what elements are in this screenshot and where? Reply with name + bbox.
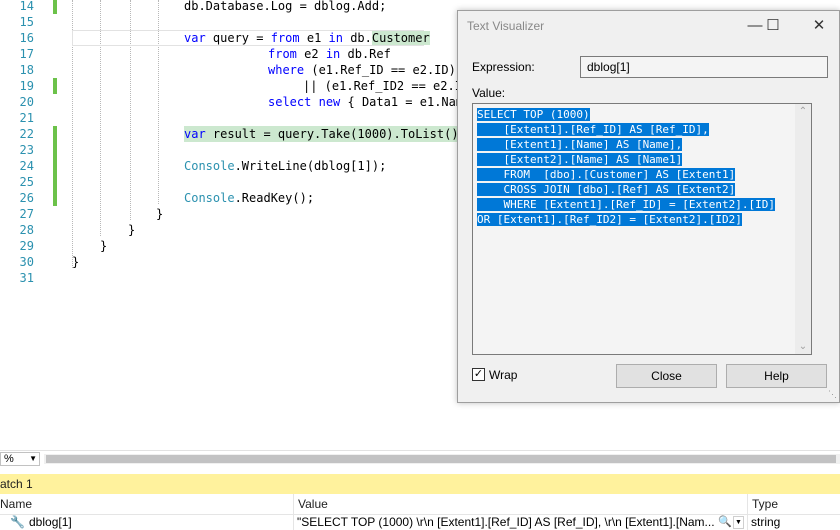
code-text: } bbox=[100, 239, 108, 253]
change-marker bbox=[53, 78, 57, 94]
value-line: OR [Extent1].[Ref_ID2] = [Extent2].[ID2] bbox=[477, 213, 742, 226]
line-number: 21 bbox=[19, 111, 34, 125]
wrench-icon: 🔧 bbox=[10, 515, 25, 529]
text-visualizer-dialog: Text Visualizer — ☐ ✕ Expression: dblog[… bbox=[457, 10, 840, 403]
change-marker bbox=[53, 0, 57, 14]
line-number: 19 bbox=[19, 79, 34, 93]
help-button[interactable]: Help bbox=[726, 364, 827, 388]
close-button[interactable]: Close bbox=[616, 364, 717, 388]
code-text: where (e1.Ref_ID == e2.ID) bbox=[268, 63, 456, 77]
maximize-button[interactable]: ☐ bbox=[756, 15, 790, 37]
change-marker bbox=[53, 190, 57, 206]
line-number: 29 bbox=[19, 239, 34, 253]
value-line: SELECT TOP (1000) bbox=[477, 108, 590, 121]
magnifier-icon[interactable]: 🔍 bbox=[718, 515, 732, 529]
chevron-down-icon: ▼ bbox=[29, 454, 37, 463]
watch-type-cell: string bbox=[751, 515, 781, 529]
line-number: 26 bbox=[19, 191, 34, 205]
value-line: [Extent1].[Ref_ID] AS [Ref_ID], bbox=[477, 123, 709, 136]
value-line: WHERE [Extent1].[Ref_ID] = [Extent2].[ID… bbox=[477, 198, 776, 211]
code-text: } bbox=[128, 223, 136, 237]
line-number: 24 bbox=[19, 159, 34, 173]
line-number: 30 bbox=[19, 255, 34, 269]
change-marker bbox=[53, 158, 57, 174]
scroll-up-icon[interactable]: ⌃ bbox=[795, 106, 811, 117]
dialog-title: Text Visualizer bbox=[467, 19, 545, 33]
line-number: 31 bbox=[19, 271, 34, 285]
code-text: from e2 in db.Ref bbox=[268, 47, 391, 61]
code-text: } bbox=[156, 207, 164, 221]
line-number: 17 bbox=[19, 47, 34, 61]
wrap-checkbox[interactable]: ✓ bbox=[472, 368, 485, 381]
expression-field[interactable]: dblog[1] bbox=[580, 56, 828, 78]
code-text: var query = from e1 in db.Customer bbox=[184, 31, 430, 45]
zoom-value: % bbox=[4, 453, 14, 465]
code-text: select new { Data1 = e1.Nam bbox=[268, 95, 464, 109]
scrollbar-thumb[interactable] bbox=[46, 455, 836, 463]
close-window-button[interactable]: ✕ bbox=[802, 15, 836, 37]
watch-value-cell[interactable]: "SELECT TOP (1000) \r\n [Extent1].[Ref_I… bbox=[297, 515, 717, 530]
change-marker bbox=[53, 126, 57, 142]
watch-panel: atch 1 Name Value Type 🔧 dblog[1] "SELEC… bbox=[0, 474, 840, 530]
line-number: 14 bbox=[19, 0, 34, 13]
horizontal-scrollbar[interactable] bbox=[44, 454, 840, 464]
value-line: [Extent2].[Name] AS [Name1] bbox=[477, 153, 683, 166]
code-text: } bbox=[72, 255, 80, 269]
zoom-dropdown[interactable]: % ▼ bbox=[0, 452, 40, 466]
watch-row[interactable]: 🔧 dblog[1] "SELECT TOP (1000) \r\n [Exte… bbox=[0, 515, 840, 530]
line-number: 28 bbox=[19, 223, 34, 237]
line-number: 18 bbox=[19, 63, 34, 77]
editor-bottom-bar: % ▼ bbox=[0, 450, 840, 467]
code-text: Console.WriteLine(dblog[1]); bbox=[184, 159, 387, 173]
column-header-type[interactable]: Type bbox=[752, 494, 778, 515]
column-header-value[interactable]: Value bbox=[298, 494, 328, 515]
watch-header: Name Value Type bbox=[0, 494, 840, 515]
value-line: FROM [dbo].[Customer] AS [Extent1] bbox=[477, 168, 736, 181]
line-number: 20 bbox=[19, 95, 34, 109]
line-number: 23 bbox=[19, 143, 34, 157]
scroll-down-icon[interactable]: ⌄ bbox=[795, 341, 811, 352]
value-label: Value: bbox=[472, 86, 506, 100]
expression-label: Expression: bbox=[472, 60, 535, 74]
watch-panel-title[interactable]: atch 1 bbox=[0, 474, 840, 494]
value-text: SELECT TOP (1000) [Extent1].[Ref_ID] AS … bbox=[477, 107, 795, 227]
line-number: 25 bbox=[19, 175, 34, 189]
code-text: || (e1.Ref_ID2 == e2.I bbox=[303, 79, 462, 93]
line-number: 15 bbox=[19, 15, 34, 29]
change-marker bbox=[53, 174, 57, 190]
line-number: 16 bbox=[19, 31, 34, 45]
line-number: 22 bbox=[19, 127, 34, 141]
line-number: 27 bbox=[19, 207, 34, 221]
value-textbox[interactable]: SELECT TOP (1000) [Extent1].[Ref_ID] AS … bbox=[472, 103, 812, 355]
value-scrollbar[interactable]: ⌃ ⌄ bbox=[795, 104, 811, 354]
visualizer-dropdown-icon[interactable]: ▼ bbox=[733, 516, 744, 529]
value-line: [Extent1].[Name] AS [Name], bbox=[477, 138, 683, 151]
column-header-name[interactable]: Name bbox=[0, 494, 32, 515]
code-text: var result = query.Take(1000).ToList(); bbox=[184, 126, 466, 142]
change-marker bbox=[53, 142, 57, 158]
resize-grip-icon[interactable]: ⋱ bbox=[828, 389, 837, 400]
wrap-label[interactable]: Wrap bbox=[489, 368, 517, 382]
code-text: Console.ReadKey(); bbox=[184, 191, 315, 205]
watch-name-cell[interactable]: dblog[1] bbox=[29, 515, 72, 530]
code-text: db.Database.Log = dblog.Add; bbox=[184, 0, 387, 13]
value-line: CROSS JOIN [dbo].[Ref] AS [Extent2] bbox=[477, 183, 736, 196]
